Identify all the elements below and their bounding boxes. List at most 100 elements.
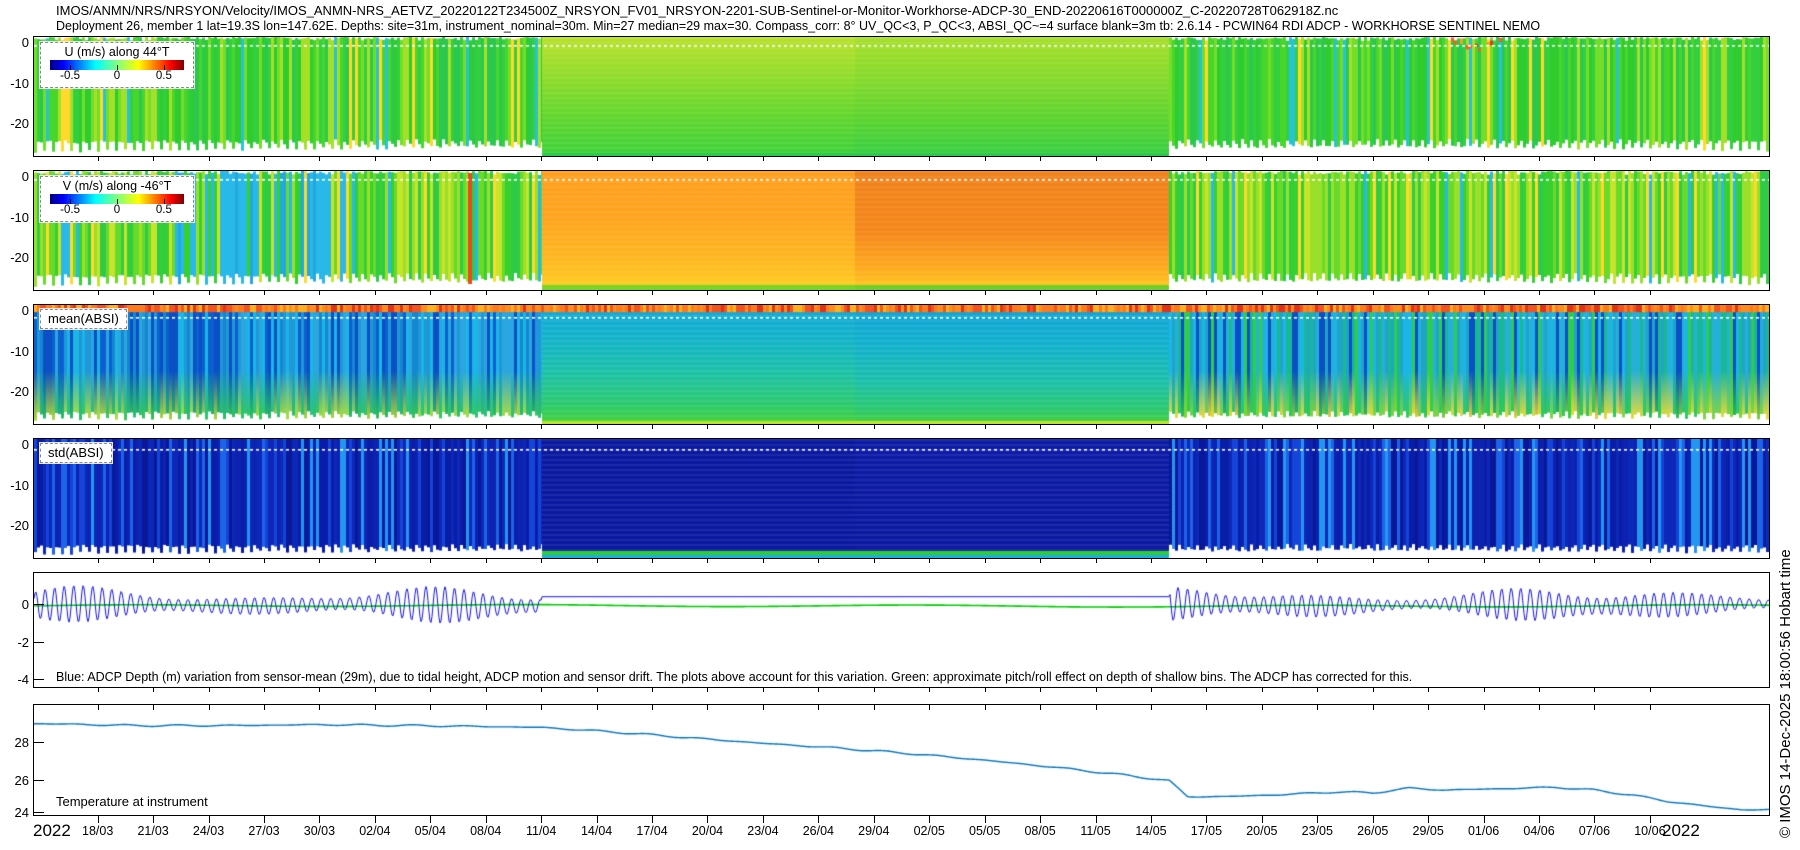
x-tick-mark [763, 157, 764, 161]
panel-mean-absi: mean(ABSI) [33, 304, 1770, 425]
colorbar-tick-label: -0.5 [60, 204, 80, 216]
y-tick-label: -20 [1, 116, 29, 131]
x-tick-label: 02/04 [359, 824, 390, 838]
colorbar-tick-label: 0 [114, 204, 120, 216]
x-tick-mark [597, 559, 598, 563]
x-tick-mark [874, 688, 875, 692]
x-tick-mark [1484, 688, 1485, 692]
colorbar-tick-label: 0.5 [156, 204, 172, 216]
panel-v-velocity: V (m/s) along -46°T -0.5 0 0.5 [33, 170, 1770, 291]
x-tick-mark [98, 816, 99, 823]
x-tick-mark [1151, 291, 1152, 295]
panel-temperature: Temperature at instrument [33, 704, 1770, 816]
x-tick-mark [319, 425, 320, 429]
x-tick-mark [818, 291, 819, 295]
x-tick-mark [1539, 157, 1540, 161]
v-colorbar-ticks: -0.5 0 0.5 [50, 204, 184, 217]
x-tick-mark [707, 425, 708, 429]
x-tick-mark [209, 157, 210, 161]
x-tick-mark [1484, 559, 1485, 563]
x-tick-mark [541, 157, 542, 161]
x-tick-mark [1262, 157, 1263, 161]
x-tick-mark [153, 688, 154, 692]
x-tick-mark [707, 157, 708, 161]
x-tick-label: 14/05 [1135, 824, 1166, 838]
x-tick-mark [818, 688, 819, 692]
x-tick-label: 04/06 [1523, 824, 1554, 838]
x-tick-mark [929, 688, 930, 692]
x-tick-mark [1317, 157, 1318, 161]
x-tick-mark [153, 816, 154, 823]
y-tick-label: 0 [1, 437, 29, 452]
x-tick-mark [1539, 688, 1540, 692]
x-tick-mark [264, 816, 265, 823]
x-tick-mark [1539, 291, 1540, 295]
x-tick-mark [818, 157, 819, 161]
x-tick-mark [1650, 816, 1651, 823]
v-colorbar-legend: V (m/s) along -46°T -0.5 0 0.5 [40, 176, 194, 222]
x-tick-label: 08/05 [1024, 824, 1055, 838]
x-tick-mark [1096, 291, 1097, 295]
y-tick-label: -2 [1, 635, 29, 650]
x-tick-mark [541, 816, 542, 823]
x-tick-mark [1151, 425, 1152, 429]
x-tick-mark [1650, 688, 1651, 692]
x-tick-mark [541, 688, 542, 692]
x-tick-label: 20/04 [692, 824, 723, 838]
x-tick-mark [209, 688, 210, 692]
x-tick-label: 05/05 [969, 824, 1000, 838]
x-tick-mark [1650, 559, 1651, 563]
x-tick-mark [1317, 291, 1318, 295]
x-tick-mark [1262, 425, 1263, 429]
x-tick-mark [486, 816, 487, 823]
x-tick-mark [985, 291, 986, 295]
x-tick-mark [1594, 816, 1595, 823]
x-tick-mark [1206, 816, 1207, 823]
y-tick-label: 0 [1, 597, 29, 612]
x-tick-mark [1539, 425, 1540, 429]
x-tick-mark [1040, 688, 1041, 692]
x-tick-mark [929, 559, 930, 563]
x-tick-mark [209, 291, 210, 295]
x-tick-mark [929, 157, 930, 161]
x-tick-mark [652, 291, 653, 295]
y-tick-label: -10 [1, 210, 29, 225]
x-tick-label: 05/04 [415, 824, 446, 838]
x-tick-mark [1096, 425, 1097, 429]
x-tick-mark [430, 816, 431, 823]
x-tick-mark [1040, 559, 1041, 563]
x-tick-mark [1206, 291, 1207, 295]
x-tick-mark [652, 425, 653, 429]
x-tick-mark [98, 559, 99, 563]
x-tick-mark [375, 425, 376, 429]
v-legend-title: V (m/s) along -46°T [41, 179, 193, 193]
x-tick-mark [430, 425, 431, 429]
x-tick-mark [1373, 157, 1374, 161]
x-tick-mark [98, 425, 99, 429]
x-tick-mark [763, 425, 764, 429]
x-tick-mark [1650, 291, 1651, 295]
x-tick-mark [98, 157, 99, 161]
x-tick-mark [1373, 816, 1374, 823]
x-tick-mark [985, 816, 986, 823]
x-tick-mark [1262, 291, 1263, 295]
x-tick-mark [597, 688, 598, 692]
x-tick-mark [209, 816, 210, 823]
x-tick-mark [319, 559, 320, 563]
x-tick-mark [1096, 688, 1097, 692]
x-tick-mark [153, 157, 154, 161]
x-tick-label: 21/03 [137, 824, 168, 838]
x-tick-mark [652, 559, 653, 563]
x-tick-mark [1373, 688, 1374, 692]
x-tick-mark [1594, 688, 1595, 692]
y-tick-label: 0 [1, 303, 29, 318]
x-tick-label: 02/05 [914, 824, 945, 838]
x-tick-mark [818, 559, 819, 563]
y-tick-label: 24 [1, 805, 29, 820]
x-tick-mark [264, 291, 265, 295]
x-tick-label: 29/04 [858, 824, 889, 838]
x-tick-mark [264, 157, 265, 161]
x-tick-mark [929, 425, 930, 429]
x-tick-mark [874, 425, 875, 429]
x-tick-mark [1040, 816, 1041, 823]
